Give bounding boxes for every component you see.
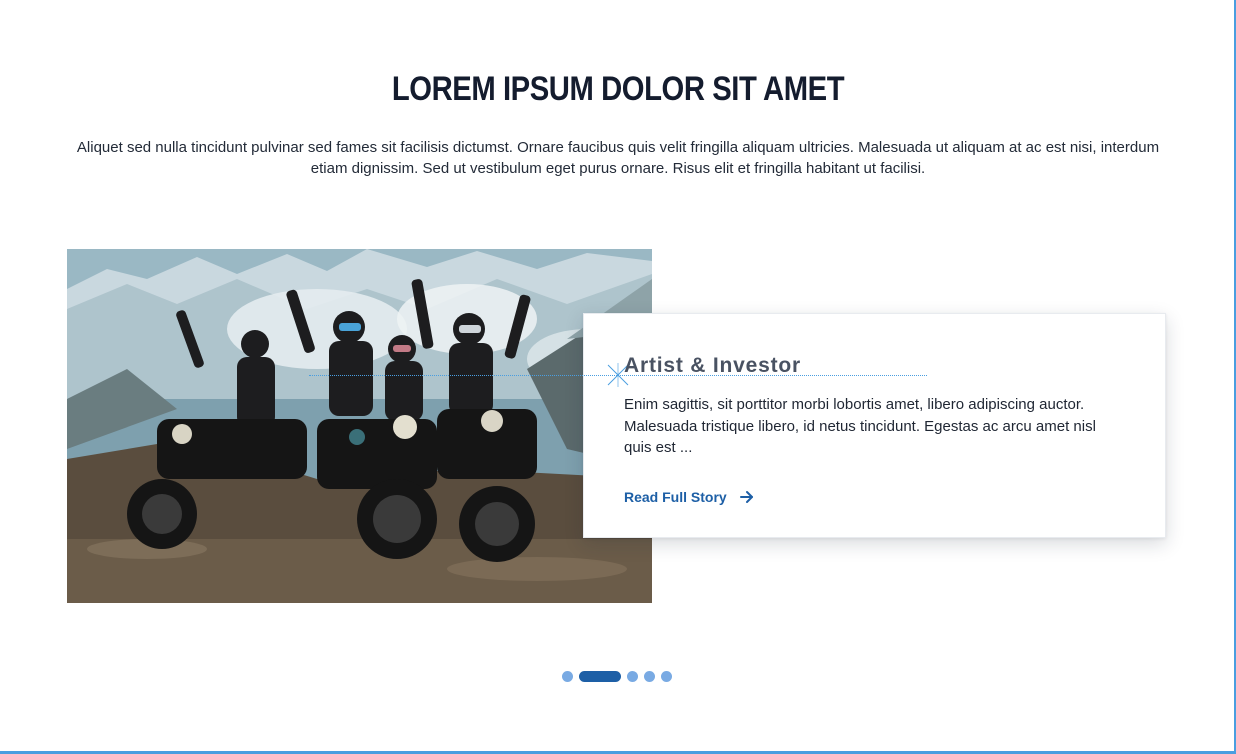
section-title: LOREM IPSUM DOLOR SIT AMET [391,70,845,108]
section-intro: Aliquet sed nulla tincidunt pulvinar sed… [76,139,1160,177]
read-full-story-link[interactable]: Read Full Story [624,489,755,505]
arrow-right-icon [739,491,753,503]
carousel-dot-5[interactable] [661,671,672,682]
testimonial-photo [67,249,652,603]
read-full-story-label: Read Full Story [624,489,727,505]
carousel-dot-2-active[interactable] [579,671,621,682]
story-role: Artist & Investor [624,354,801,377]
carousel-dot-1[interactable] [562,671,573,682]
carousel-dot-4[interactable] [644,671,655,682]
story-card: Artist & Investor Enim sagittis, sit por… [309,313,1166,538]
carousel-dot-3[interactable] [627,671,638,682]
story-excerpt: Enim sagittis, sit porttitor morbi lobor… [624,396,1096,456]
carousel-pagination [562,671,672,682]
